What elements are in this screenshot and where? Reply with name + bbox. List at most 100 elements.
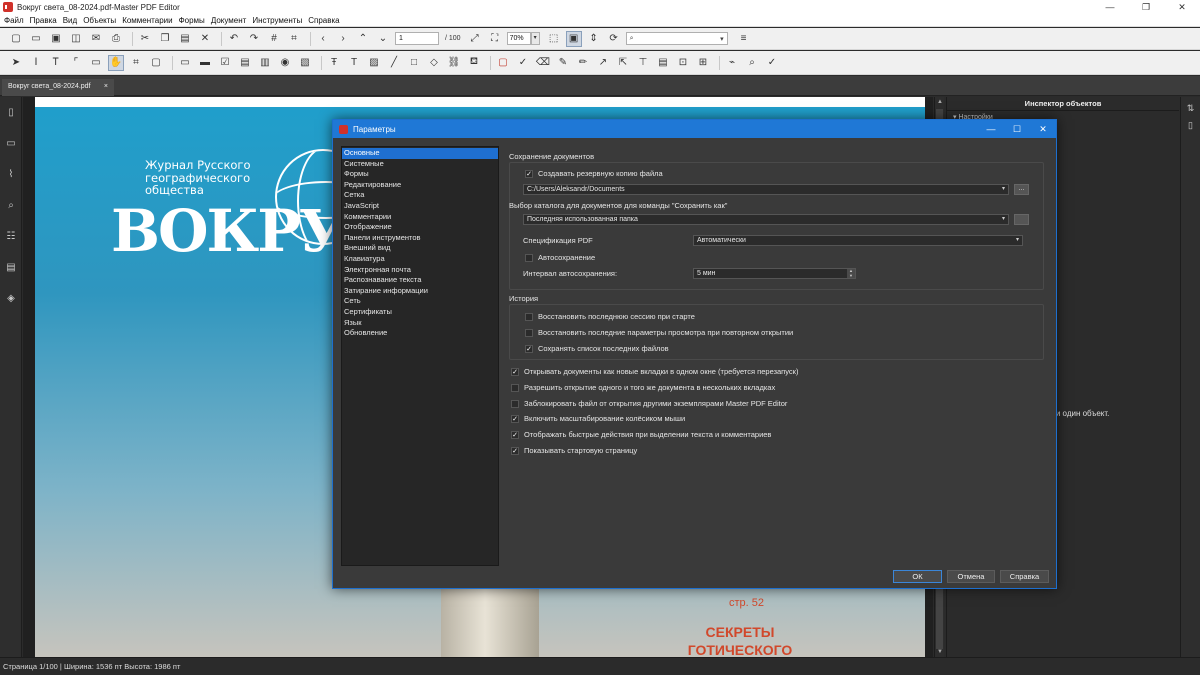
- delete-icon[interactable]: ✕: [197, 31, 213, 47]
- note-icon[interactable]: ▤: [655, 55, 671, 71]
- eraser-icon[interactable]: ⌫: [535, 55, 551, 71]
- rotate-icon[interactable]: ⟳: [606, 31, 622, 47]
- history-option[interactable]: Восстановить последние параметры просмот…: [525, 328, 793, 337]
- link-icon[interactable]: ⛓: [446, 55, 462, 71]
- save-as-dir-browse-button[interactable]: [1014, 214, 1029, 225]
- structure-panel-icon[interactable]: ☷: [0, 221, 22, 252]
- ok-button[interactable]: ОК: [893, 570, 942, 583]
- fit-visible-icon[interactable]: ▣: [565, 30, 582, 47]
- category-item-redaction[interactable]: Затирание информации: [342, 286, 498, 297]
- category-item-network[interactable]: Сеть: [342, 296, 498, 307]
- copy-icon[interactable]: ❐: [157, 31, 173, 47]
- browse-button[interactable]: ...: [1014, 184, 1029, 195]
- checkmark-icon[interactable]: ✓: [515, 55, 531, 71]
- new-document-icon[interactable]: ▢: [8, 31, 24, 47]
- button-field-icon[interactable]: ▬: [197, 55, 213, 71]
- hand-tool-icon[interactable]: ✋: [108, 54, 124, 71]
- document-tab[interactable]: Вокруг света_08-2024.pdf ×: [2, 79, 114, 96]
- cancel-button[interactable]: Отмена: [947, 570, 995, 583]
- undo-icon[interactable]: ↶: [226, 31, 242, 47]
- autosave-checkbox[interactable]: [525, 253, 533, 262]
- dialog-close-button[interactable]: ✕: [1030, 120, 1056, 138]
- layers-panel-icon[interactable]: ◈: [0, 283, 22, 314]
- brush-icon[interactable]: ⌁: [724, 55, 740, 71]
- dialog-minimize-button[interactable]: —: [978, 120, 1004, 138]
- general-option[interactable]: ✓ Включить масштабирование колёсиком мыш…: [511, 414, 685, 423]
- autosave-interval-spinbox[interactable]: 5 мин ▲ ▼: [693, 268, 856, 279]
- paste-icon[interactable]: ▤: [177, 31, 193, 47]
- zoom-dropdown-icon[interactable]: ▾: [530, 32, 540, 45]
- category-item-grid[interactable]: Сетка: [342, 190, 498, 201]
- autosave-option[interactable]: Автосохранение: [525, 253, 595, 262]
- grid-icon[interactable]: #: [266, 31, 282, 47]
- save-icon[interactable]: ▣: [48, 31, 64, 47]
- menu-tools[interactable]: Инструменты: [252, 16, 302, 25]
- select-arrow-icon[interactable]: ➤: [8, 55, 24, 71]
- back-icon[interactable]: ‹: [315, 31, 331, 47]
- option-checkbox[interactable]: ✓: [511, 367, 519, 376]
- maximize-button[interactable]: ❐: [1128, 0, 1164, 14]
- stamp-icon[interactable]: ▢: [495, 55, 511, 71]
- add-text-icon[interactable]: T: [346, 55, 362, 71]
- category-item-comments[interactable]: Комментарии: [342, 212, 498, 223]
- search-panel-icon[interactable]: ⌕: [0, 190, 22, 221]
- category-item-javascript[interactable]: JavaScript: [342, 201, 498, 212]
- scroll-up-icon[interactable]: ▲: [935, 97, 945, 107]
- category-item-system[interactable]: Системные: [342, 159, 498, 170]
- panel-page-icon[interactable]: ▯: [1181, 120, 1200, 131]
- toolbar-menu-icon[interactable]: ≡: [736, 31, 752, 47]
- actual-size-icon[interactable]: ⛶: [487, 31, 503, 47]
- close-tab-icon[interactable]: ×: [104, 83, 108, 92]
- menu-help[interactable]: Справка: [308, 16, 339, 25]
- forms-panel-icon[interactable]: ▤: [0, 252, 22, 283]
- category-item-toolbars[interactable]: Панели инструментов: [342, 233, 498, 244]
- dialog-maximize-button[interactable]: ☐: [1004, 120, 1030, 138]
- callout-icon[interactable]: ⊞: [695, 55, 711, 71]
- menu-edit[interactable]: Правка: [30, 16, 57, 25]
- crop-icon[interactable]: ⌗: [128, 55, 144, 71]
- history-option[interactable]: ✓ Сохранять список последних файлов: [525, 344, 669, 353]
- edit-text-icon[interactable]: Ꭲ: [48, 55, 64, 71]
- pages-panel-icon[interactable]: ▯: [0, 97, 22, 128]
- print-icon[interactable]: ⎙: [108, 31, 124, 47]
- backup-checkbox[interactable]: ✓: [525, 169, 533, 178]
- form-field-icon[interactable]: ▭: [88, 55, 104, 71]
- open-folder-icon[interactable]: ▭: [28, 31, 44, 47]
- snap-grid-icon[interactable]: ⌗: [286, 31, 302, 47]
- listbox-field-icon[interactable]: ▤: [237, 55, 253, 71]
- zoom-input[interactable]: 70%: [506, 32, 531, 45]
- category-item-forms[interactable]: Формы: [342, 169, 498, 180]
- category-item-update[interactable]: Обновление: [342, 328, 498, 339]
- option-checkbox[interactable]: [511, 383, 519, 392]
- history-checkbox[interactable]: ✓: [525, 344, 533, 353]
- category-item-certificates[interactable]: Сертификаты: [342, 307, 498, 318]
- line-icon[interactable]: ╱: [386, 55, 402, 71]
- pencil-icon[interactable]: ✏: [575, 55, 591, 71]
- shape-icon[interactable]: ◇: [426, 55, 442, 71]
- fill-icon[interactable]: ⛾: [466, 55, 482, 71]
- panel-options-icon[interactable]: ⇅: [1181, 103, 1200, 114]
- option-checkbox[interactable]: [511, 399, 519, 408]
- menu-forms[interactable]: Формы: [179, 16, 205, 25]
- add-image-icon[interactable]: ▨: [366, 55, 382, 71]
- history-checkbox[interactable]: [525, 328, 533, 337]
- menu-document[interactable]: Документ: [211, 16, 247, 25]
- backup-option[interactable]: ✓ Создавать резервную копию файла: [525, 169, 663, 178]
- close-button[interactable]: ✕: [1164, 0, 1200, 14]
- category-item-email[interactable]: Электронная почта: [342, 265, 498, 276]
- bookmarks-panel-icon[interactable]: ▭: [0, 128, 22, 159]
- general-option[interactable]: Заблокировать файл от открытия другими э…: [511, 399, 787, 408]
- radio-field-icon[interactable]: ◉: [277, 55, 293, 71]
- category-item-language[interactable]: Язык: [342, 318, 498, 329]
- next-page-icon[interactable]: ⌄: [375, 31, 391, 47]
- email-icon[interactable]: ✉: [88, 31, 104, 47]
- general-option[interactable]: ✓ Отображать быстрые действия при выделе…: [511, 430, 771, 439]
- cut-icon[interactable]: ✂: [137, 31, 153, 47]
- category-item-appearance[interactable]: Внешний вид: [342, 243, 498, 254]
- attachments-panel-icon[interactable]: ⌇: [0, 159, 22, 190]
- option-checkbox[interactable]: ✓: [511, 414, 519, 423]
- spin-arrows-icon[interactable]: ▲ ▼: [847, 268, 855, 278]
- redo-icon[interactable]: ↷: [246, 31, 262, 47]
- option-checkbox[interactable]: ✓: [511, 430, 519, 439]
- text-select-icon[interactable]: Ⅰ: [28, 55, 44, 71]
